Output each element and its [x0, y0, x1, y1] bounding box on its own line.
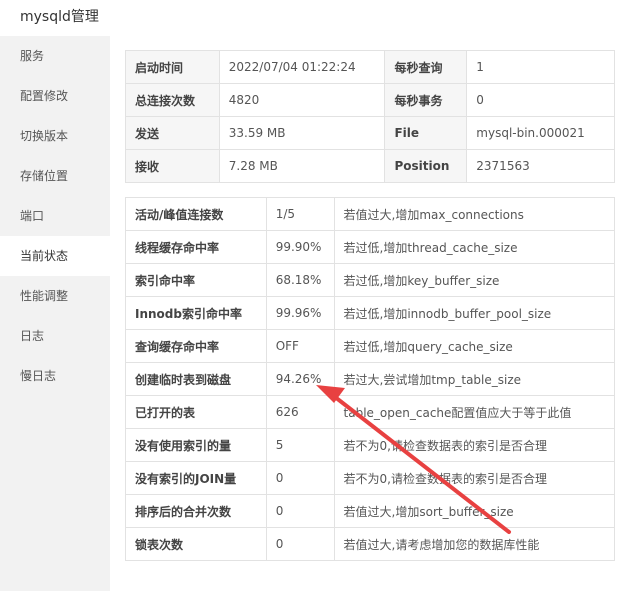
status-value: 0: [265, 461, 335, 495]
status-name: 没有使用索引的量: [125, 428, 267, 462]
status-value: 99.96%: [265, 296, 335, 330]
sidebar-item-config[interactable]: 配置修改: [0, 76, 110, 116]
summary-label: 每秒查询: [384, 50, 468, 84]
sidebar-item-storage[interactable]: 存储位置: [0, 156, 110, 196]
status-name: 创建临时表到磁盘: [125, 362, 267, 396]
status-tip: 若不为0,请检查数据表的索引是否合理: [333, 461, 616, 495]
status-name: 锁表次数: [125, 527, 267, 561]
summary-value: 0: [466, 83, 615, 117]
status-name: 线程缓存命中率: [125, 230, 267, 264]
table-row: 接收 7.28 MB Position 2371563: [125, 149, 615, 183]
status-tip: 若过低,增加thread_cache_size: [333, 230, 616, 264]
table-row: 发送 33.59 MB File mysql-bin.000021: [125, 116, 615, 150]
sidebar-item-port[interactable]: 端口: [0, 196, 110, 236]
window-title: mysqld管理: [20, 9, 99, 25]
table-row: 查询缓存命中率 OFF 若过低,增加query_cache_size: [125, 329, 616, 363]
status-value: 626: [265, 395, 335, 429]
status-name: 排序后的合并次数: [125, 494, 267, 528]
window-titlebar: mysqld管理: [0, 0, 644, 34]
status-value: 0: [265, 527, 335, 561]
status-name: 查询缓存命中率: [125, 329, 267, 363]
sidebar-item-status[interactable]: 当前状态: [0, 236, 110, 276]
sidebar-item-log[interactable]: 日志: [0, 316, 110, 356]
table-row: 排序后的合并次数 0 若值过大,增加sort_buffer_size: [125, 494, 616, 528]
summary-label: 启动时间: [125, 50, 220, 84]
status-value: 94.26%: [265, 362, 335, 396]
status-value: 99.90%: [265, 230, 335, 264]
status-name: Innodb索引命中率: [125, 296, 267, 330]
status-tip: 若过低,增加key_buffer_size: [333, 263, 616, 297]
table-row: 创建临时表到磁盘 94.26% 若过大,尝试增加tmp_table_size: [125, 362, 616, 396]
summary-value: 7.28 MB: [218, 149, 386, 183]
status-tip: 若过低,增加query_cache_size: [333, 329, 616, 363]
status-tip: 若值过大,增加max_connections: [333, 197, 616, 231]
sidebar-item-performance[interactable]: 性能调整: [0, 276, 110, 316]
summary-value: 4820: [218, 83, 386, 117]
table-row: 已打开的表 626 table_open_cache配置值应大于等于此值: [125, 395, 616, 429]
status-value: 68.18%: [265, 263, 335, 297]
status-value: 1/5: [265, 197, 335, 231]
sidebar-item-version[interactable]: 切换版本: [0, 116, 110, 156]
summary-label: Position: [384, 149, 468, 183]
table-row: 线程缓存命中率 99.90% 若过低,增加thread_cache_size: [125, 230, 616, 264]
summary-value: 2371563: [466, 149, 615, 183]
table-row: 没有使用索引的量 5 若不为0,请检查数据表的索引是否合理: [125, 428, 616, 462]
sidebar: 服务 配置修改 切换版本 存储位置 端口 当前状态 性能调整 日志 慢日志: [0, 36, 110, 591]
status-tip: 若过大,尝试增加tmp_table_size: [333, 362, 616, 396]
status-table: 活动/峰值连接数 1/5 若值过大,增加max_connections 线程缓存命中…: [125, 197, 616, 561]
status-name: 索引命中率: [125, 263, 267, 297]
summary-value: 2022/07/04 01:22:24: [218, 50, 386, 84]
status-name: 没有索引的JOIN量: [125, 461, 267, 495]
status-tip: 若过低,增加innodb_buffer_pool_size: [333, 296, 616, 330]
summary-label: File: [384, 116, 468, 150]
status-name: 活动/峰值连接数: [125, 197, 267, 231]
status-tip: 若不为0,请检查数据表的索引是否合理: [333, 428, 616, 462]
table-row: Innodb索引命中率 99.96% 若过低,增加innodb_buffer_poo…: [125, 296, 616, 330]
status-value: 0: [265, 494, 335, 528]
summary-value: mysql-bin.000021: [466, 116, 615, 150]
summary-label: 每秒事务: [384, 83, 468, 117]
table-row: 活动/峰值连接数 1/5 若值过大,增加max_connections: [125, 197, 616, 231]
table-row: 总连接次数 4820 每秒事务 0: [125, 83, 615, 117]
summary-table: 启动时间 2022/07/04 01:22:24 每秒查询 1 总连接次数 48…: [125, 50, 615, 183]
table-row: 锁表次数 0 若值过大,请考虑增加您的数据库性能: [125, 527, 616, 561]
summary-label: 接收: [125, 149, 220, 183]
table-row: 索引命中率 68.18% 若过低,增加key_buffer_size: [125, 263, 616, 297]
table-row: 没有索引的JOIN量 0 若不为0,请检查数据表的索引是否合理: [125, 461, 616, 495]
status-value: OFF: [265, 329, 335, 363]
status-tip: table_open_cache配置值应大于等于此值: [333, 395, 616, 429]
sidebar-item-service[interactable]: 服务: [0, 36, 110, 76]
summary-value: 1: [466, 50, 615, 84]
status-value: 5: [265, 428, 335, 462]
status-name: 已打开的表: [125, 395, 267, 429]
status-tip: 若值过大,增加sort_buffer_size: [333, 494, 616, 528]
summary-value: 33.59 MB: [218, 116, 386, 150]
summary-label: 发送: [125, 116, 220, 150]
sidebar-item-slow-log[interactable]: 慢日志: [0, 356, 110, 396]
table-row: 启动时间 2022/07/04 01:22:24 每秒查询 1: [125, 50, 615, 84]
status-tip: 若值过大,请考虑增加您的数据库性能: [333, 527, 616, 561]
summary-label: 总连接次数: [125, 83, 220, 117]
